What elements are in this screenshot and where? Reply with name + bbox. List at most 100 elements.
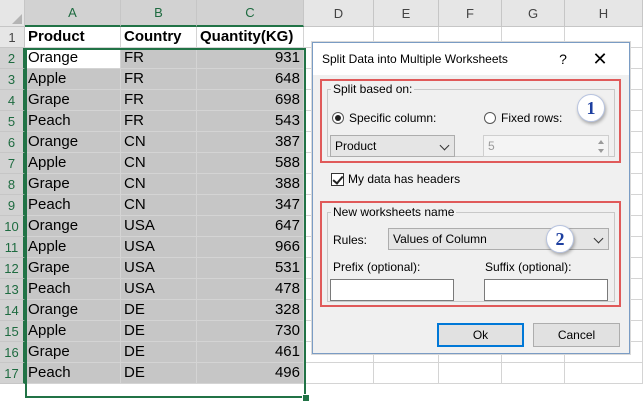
table-cell[interactable]: Orange (25, 132, 121, 153)
fill-handle[interactable] (302, 394, 310, 402)
chevron-down-icon (593, 233, 604, 244)
row-header[interactable]: 10 (0, 216, 25, 237)
column-header-f[interactable]: F (439, 0, 502, 27)
table-cell[interactable]: 531 (197, 258, 304, 279)
prefix-input[interactable] (330, 279, 454, 301)
table-cell[interactable]: Grape (25, 90, 121, 111)
table-cell[interactable]: 698 (197, 90, 304, 111)
column-header-d[interactable]: D (304, 0, 374, 27)
table-header-cell[interactable]: Country (121, 27, 197, 48)
step-2-badge: 2 (546, 225, 574, 253)
column-header-a[interactable]: A (25, 0, 121, 27)
row-header[interactable]: 1 (0, 27, 25, 48)
table-cell[interactable] (304, 363, 374, 384)
table-cell[interactable]: 543 (197, 111, 304, 132)
table-cell[interactable]: DE (121, 363, 197, 384)
table-cell[interactable]: Grape (25, 174, 121, 195)
table-cell[interactable]: CN (121, 195, 197, 216)
row-header[interactable]: 3 (0, 69, 25, 90)
table-cell[interactable]: CN (121, 153, 197, 174)
row-header[interactable]: 16 (0, 342, 25, 363)
column-header-e[interactable]: E (374, 0, 439, 27)
table-cell[interactable]: 387 (197, 132, 304, 153)
row-header[interactable]: 7 (0, 153, 25, 174)
spin-up-icon[interactable] (595, 137, 607, 146)
help-button[interactable]: ? (553, 49, 573, 69)
suffix-input[interactable] (484, 279, 608, 301)
table-cell[interactable]: 347 (197, 195, 304, 216)
table-cell[interactable]: Apple (25, 69, 121, 90)
row-header[interactable]: 8 (0, 174, 25, 195)
column-header-g[interactable]: G (502, 0, 565, 27)
table-cell[interactable]: CN (121, 174, 197, 195)
table-cell[interactable]: Grape (25, 258, 121, 279)
table-cell[interactable]: CN (121, 132, 197, 153)
row-header[interactable]: 6 (0, 132, 25, 153)
table-cell[interactable]: 647 (197, 216, 304, 237)
table-cell[interactable] (565, 363, 643, 384)
table-cell[interactable]: USA (121, 279, 197, 300)
table-cell[interactable]: FR (121, 111, 197, 132)
specific-column-radio[interactable] (332, 112, 344, 124)
row-header[interactable]: 17 (0, 363, 25, 384)
table-cell[interactable]: Peach (25, 195, 121, 216)
table-cell[interactable]: Peach (25, 111, 121, 132)
table-cell[interactable]: Orange (25, 300, 121, 321)
column-header-h[interactable]: H (565, 0, 643, 27)
column-header-b[interactable]: B (121, 0, 197, 27)
table-cell[interactable]: 461 (197, 342, 304, 363)
table-cell[interactable]: 328 (197, 300, 304, 321)
row-header[interactable]: 12 (0, 258, 25, 279)
rules-dropdown[interactable]: Values of Column (388, 228, 609, 250)
table-cell[interactable]: FR (121, 48, 197, 69)
table-cell[interactable]: Peach (25, 279, 121, 300)
row-header[interactable]: 15 (0, 321, 25, 342)
table-cell[interactable] (439, 363, 502, 384)
column-dropdown[interactable]: Product (330, 135, 455, 157)
worksheet-name-legend: New worksheets name (331, 205, 457, 219)
table-cell[interactable]: 588 (197, 153, 304, 174)
table-header-cell[interactable]: Quantity(KG) (197, 27, 304, 48)
ok-button[interactable]: Ok (437, 323, 524, 347)
cancel-button[interactable]: Cancel (533, 323, 620, 347)
table-cell[interactable]: USA (121, 258, 197, 279)
row-header[interactable]: 5 (0, 111, 25, 132)
table-header-cell[interactable]: Product (25, 27, 121, 48)
column-header-c[interactable]: C (197, 0, 304, 27)
row-header[interactable]: 11 (0, 237, 25, 258)
row-header[interactable]: 14 (0, 300, 25, 321)
table-cell[interactable]: DE (121, 300, 197, 321)
table-cell[interactable]: FR (121, 69, 197, 90)
table-cell[interactable] (502, 363, 565, 384)
table-cell[interactable]: DE (121, 321, 197, 342)
table-cell[interactable]: 730 (197, 321, 304, 342)
table-cell[interactable]: USA (121, 237, 197, 258)
table-cell[interactable]: USA (121, 216, 197, 237)
fixed-rows-spinner[interactable]: 5 (483, 135, 609, 157)
table-cell[interactable]: Apple (25, 237, 121, 258)
table-cell[interactable]: 966 (197, 237, 304, 258)
table-cell[interactable] (374, 363, 439, 384)
close-button[interactable]: ✕ (589, 49, 611, 69)
table-cell[interactable]: Orange (25, 48, 121, 69)
row-header[interactable]: 2 (0, 48, 25, 69)
table-cell[interactable]: 496 (197, 363, 304, 384)
table-cell[interactable]: 388 (197, 174, 304, 195)
table-cell[interactable]: 478 (197, 279, 304, 300)
headers-checkbox[interactable] (331, 173, 344, 186)
row-header[interactable]: 4 (0, 90, 25, 111)
fixed-rows-radio[interactable] (484, 112, 496, 124)
row-header[interactable]: 9 (0, 195, 25, 216)
table-cell[interactable]: Grape (25, 342, 121, 363)
table-cell[interactable]: DE (121, 342, 197, 363)
row-header[interactable]: 13 (0, 279, 25, 300)
table-cell[interactable]: FR (121, 90, 197, 111)
table-cell[interactable]: Apple (25, 321, 121, 342)
select-all-corner[interactable] (0, 0, 25, 27)
table-cell[interactable]: 931 (197, 48, 304, 69)
table-cell[interactable]: Apple (25, 153, 121, 174)
spin-down-icon[interactable] (595, 146, 607, 155)
table-cell[interactable]: Peach (25, 363, 121, 384)
table-cell[interactable]: 648 (197, 69, 304, 90)
table-cell[interactable]: Orange (25, 216, 121, 237)
